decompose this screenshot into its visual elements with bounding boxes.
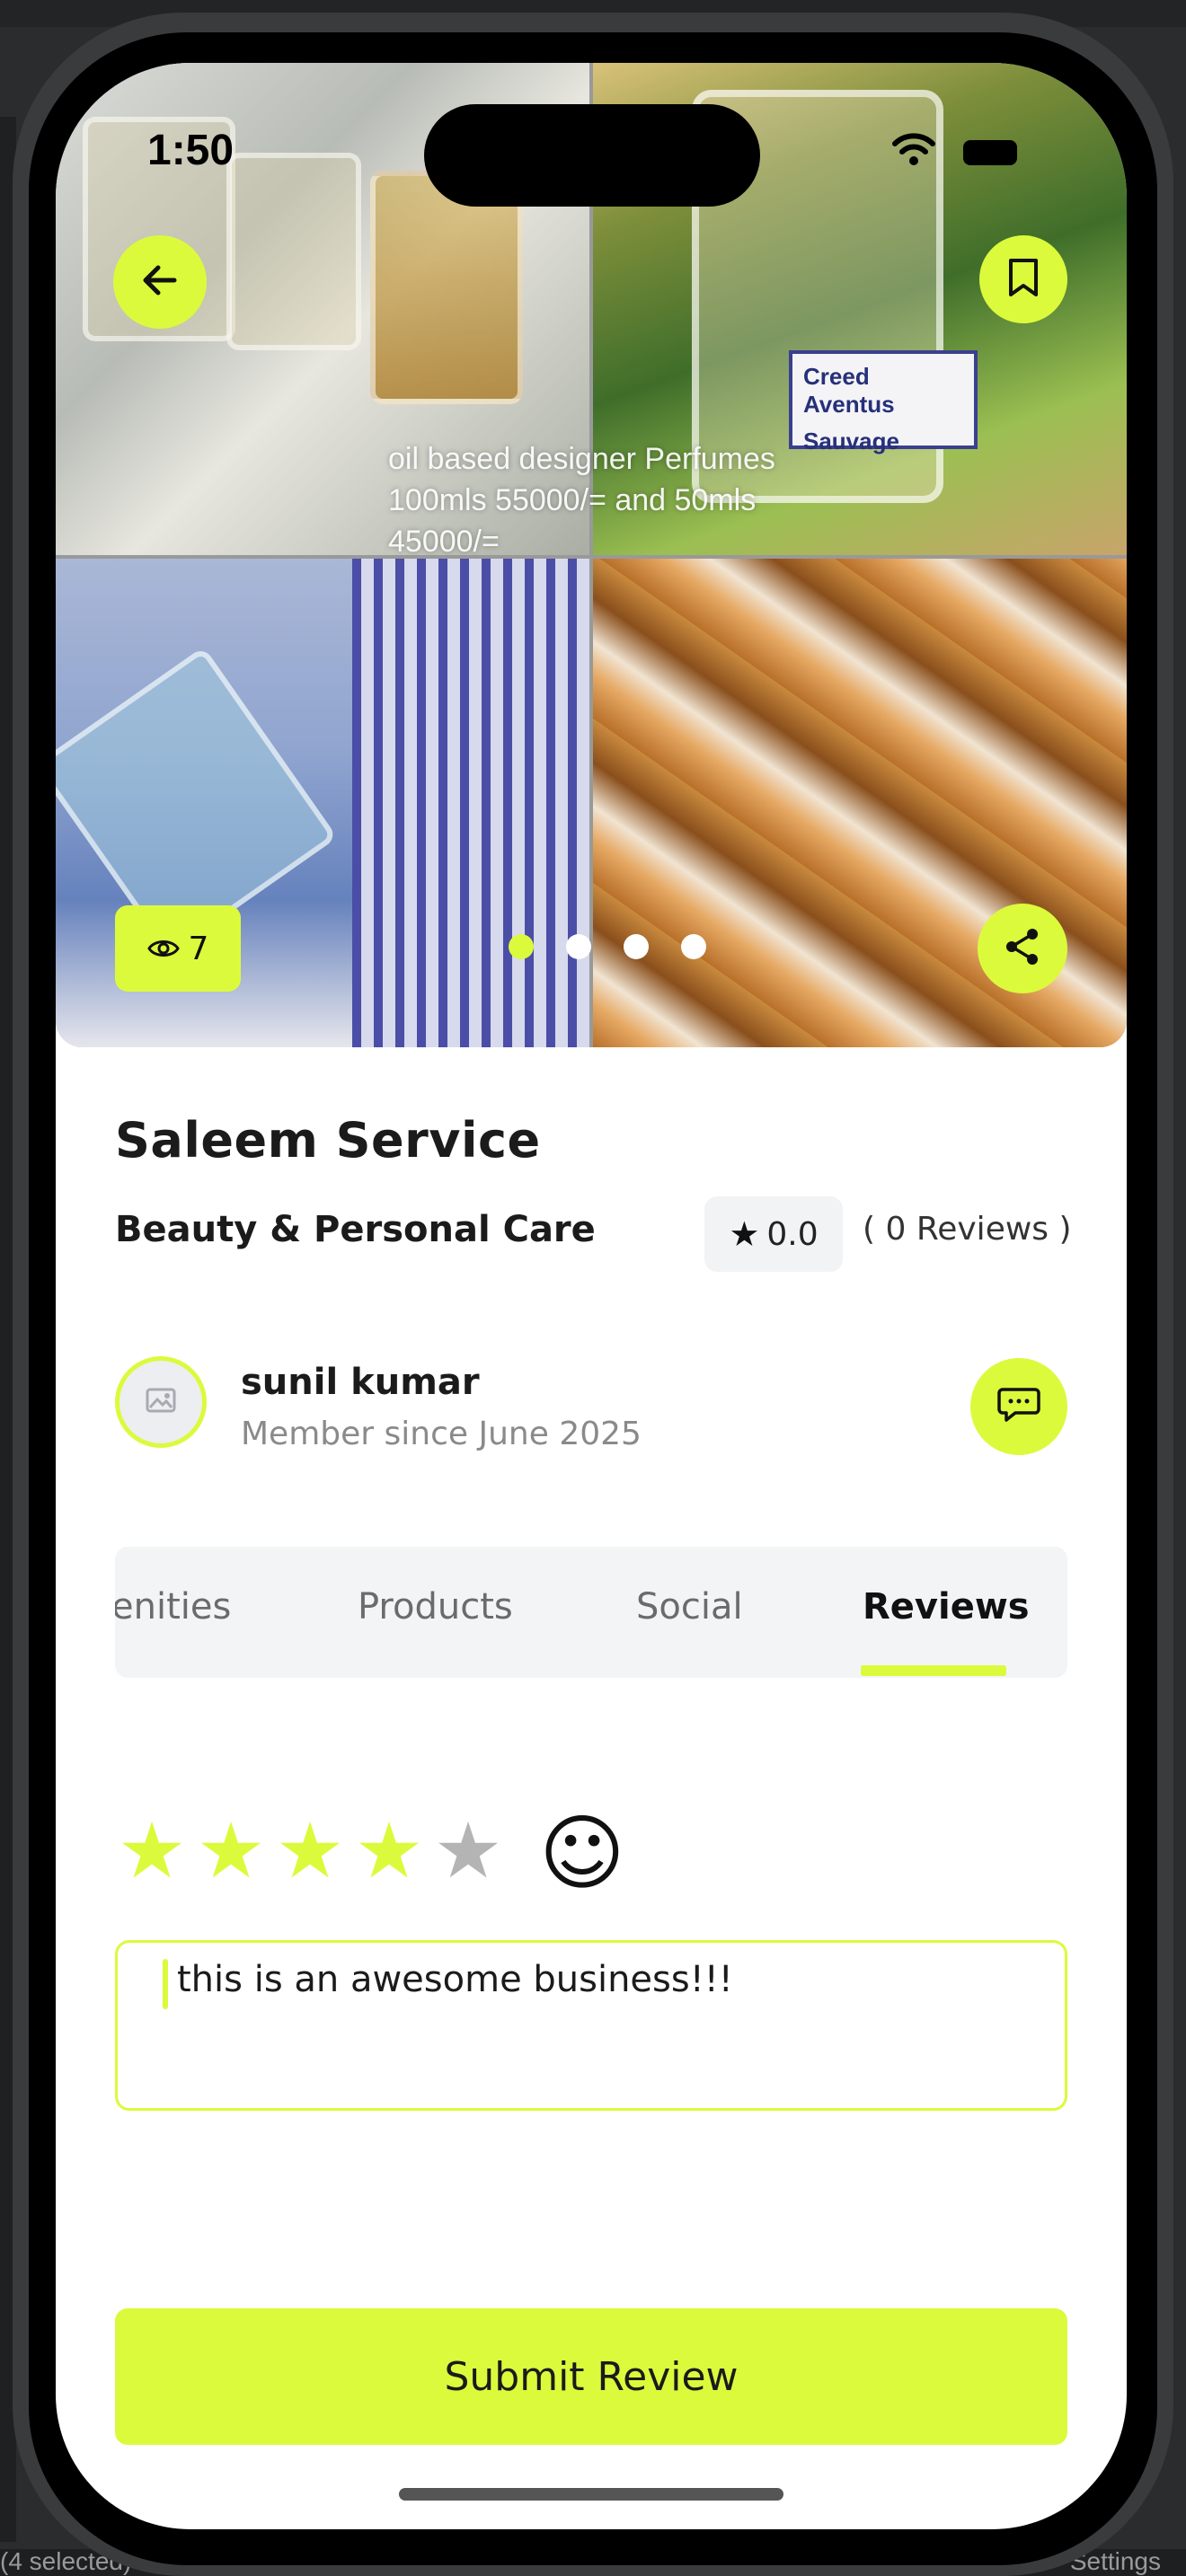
image-icon: [146, 1388, 176, 1416]
share-button[interactable]: [978, 904, 1067, 993]
rating-star-1-icon[interactable]: ★: [115, 1813, 189, 1890]
star-rating-input: ★ ★ ★ ★ ★: [115, 1813, 505, 1890]
view-count-badge: 7: [115, 905, 241, 992]
rating-value: 0.0: [766, 1215, 819, 1253]
rating-star-5-icon[interactable]: ★: [431, 1813, 505, 1890]
text-cursor: [163, 1959, 168, 2009]
pagination-dot[interactable]: [509, 934, 534, 959]
image-caption: oil based designer Perfumes 100mls 55000…: [388, 442, 775, 559]
review-count[interactable]: ( 0 Reviews ): [863, 1211, 1072, 1248]
rating-badge: ★ 0.0: [704, 1196, 843, 1272]
submit-review-button[interactable]: Submit Review: [115, 2308, 1067, 2445]
share-icon: [1002, 926, 1043, 971]
dynamic-island: [424, 104, 760, 207]
smiley-icon: ☺: [539, 1805, 625, 1901]
battery-icon: [963, 140, 1017, 165]
rating-star-4-icon[interactable]: ★: [352, 1813, 426, 1890]
bookmark-icon: [1005, 257, 1041, 302]
tab-social[interactable]: Social: [636, 1586, 743, 1628]
active-tab-indicator: [861, 1665, 1006, 1676]
chat-button[interactable]: [970, 1358, 1067, 1455]
bookmark-button[interactable]: [979, 235, 1067, 323]
business-category: Beauty & Personal Care: [115, 1209, 596, 1250]
review-text-value: this is an awesome business!!!: [177, 1959, 733, 2000]
business-name: Saleem Service: [115, 1112, 541, 1169]
view-count: 7: [188, 930, 209, 967]
tab-reviews[interactable]: Reviews: [863, 1586, 1030, 1628]
star-icon: ★: [729, 1214, 760, 1254]
image-gallery[interactable]: Creed Aventus Sauvage oil based designer…: [56, 63, 1127, 1047]
app-screen: Creed Aventus Sauvage oil based designer…: [56, 63, 1127, 2529]
home-indicator: [399, 2488, 783, 2501]
wifi-icon: [891, 131, 936, 171]
perfume-label: Creed Aventus Sauvage: [789, 350, 978, 454]
rating-star-2-icon[interactable]: ★: [194, 1813, 268, 1890]
chat-bubble-icon: [997, 1386, 1040, 1427]
avatar[interactable]: [115, 1356, 207, 1448]
back-button[interactable]: [113, 235, 207, 329]
review-text-field[interactable]: this is an awesome business!!!: [115, 1940, 1067, 2111]
tab-amenities[interactable]: enities: [115, 1586, 231, 1628]
owner-name: sunil kumar: [241, 1362, 480, 1403]
tab-products[interactable]: Products: [358, 1586, 513, 1628]
pagination-dot[interactable]: [681, 934, 706, 959]
pagination-dot[interactable]: [624, 934, 649, 959]
gallery-pagination: [509, 934, 706, 959]
eye-icon: [146, 931, 180, 967]
pagination-dot[interactable]: [566, 934, 591, 959]
status-time: 1:50: [147, 127, 235, 174]
rating-star-3-icon[interactable]: ★: [273, 1813, 347, 1890]
detail-tabs: enities Products Social Reviews: [115, 1547, 1067, 1678]
arrow-left-icon: [138, 259, 181, 305]
member-since: Member since June 2025: [241, 1416, 642, 1452]
